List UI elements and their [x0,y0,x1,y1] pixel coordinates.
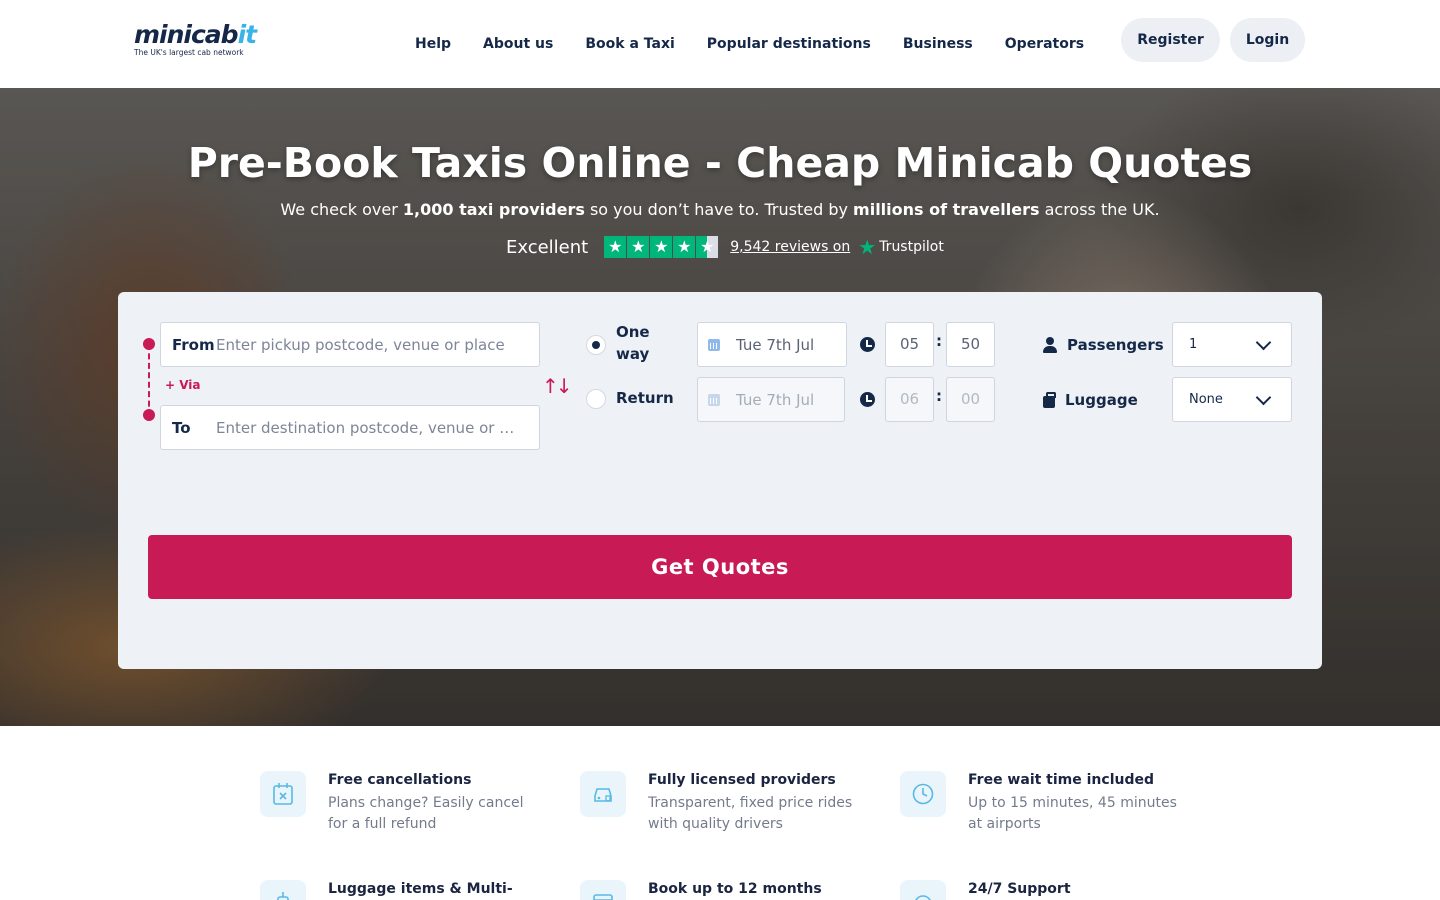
reviews-link[interactable]: 9,542 reviews on [730,239,850,255]
main-nav: Help About us Book a Taxi Popular destin… [415,35,1084,53]
nav-popular-destinations[interactable]: Popular destinations [707,35,871,53]
to-field[interactable]: To Enter destination postcode, venue or … [160,405,540,450]
register-button[interactable]: Register [1121,18,1220,62]
calendar-x-icon [260,771,306,817]
star-icon: ★ [627,236,650,258]
calendar-icon [708,338,720,351]
calendar-icon [708,393,720,406]
trustpilot-logo[interactable]: ★ Trustpilot [858,237,944,257]
route-line [148,344,150,416]
luggage-icon [1043,392,1056,408]
return-date-value: Tue 7th Jul [736,390,815,409]
login-button[interactable]: Login [1230,18,1305,62]
to-input[interactable]: Enter destination postcode, venue or pla… [216,419,539,437]
star-icon: ★ [604,236,627,258]
star-icon: ★ [673,236,696,258]
passengers-label: Passengers [1043,335,1164,355]
time-separator: : [936,387,942,405]
trustpilot-star-icon: ★ [858,235,877,259]
booking-form: From Enter pickup postcode, venue or pla… [118,292,1322,669]
return-hour-input[interactable]: 06 [885,377,934,422]
hero-section: Pre-Book Taxis Online - Cheap Minicab Qu… [0,88,1440,726]
feature-desc: Transparent, fixed price rides with qual… [648,795,853,832]
return-date-picker[interactable]: Tue 7th Jul [697,377,845,422]
one-way-radio[interactable] [586,335,606,355]
feature-desc: Up to 15 minutes, 45 minutes at airports [968,795,1177,832]
feature-desc: Plans change? Easily cancel for a full r… [328,795,524,832]
return-minute-input[interactable]: 00 [946,377,995,422]
get-quotes-button[interactable]: Get Quotes [148,535,1292,599]
return-label[interactable]: Return [616,387,674,409]
add-via-button[interactable]: + Via [165,378,201,392]
support-icon [900,880,946,900]
logo-wordmark: minicabit [134,20,257,49]
return-radio[interactable] [586,389,606,409]
clock-icon [860,392,875,407]
person-icon [1043,337,1057,353]
trustpilot-widget: Excellent ★ ★ ★ ★ ★ 9,542 reviews on ★ Tr… [506,235,944,259]
feature-title: Free wait time included [968,772,1154,788]
swap-arrows-icon[interactable]: ↑↓ [542,374,572,398]
outbound-date-picker[interactable]: Tue 7th Jul [697,322,847,367]
page-title: Pre-Book Taxis Online - Cheap Minicab Qu… [187,139,1253,187]
passengers-select[interactable]: 1 [1172,322,1292,367]
nav-help[interactable]: Help [415,35,451,53]
rating-word: Excellent [506,236,589,258]
from-input[interactable]: Enter pickup postcode, venue or place [216,336,539,354]
luggage-select[interactable]: None [1172,377,1292,422]
feature-title: Free cancellations [328,772,472,788]
outbound-minute-input[interactable]: 50 [946,322,995,367]
feature-title: Book up to 12 months [648,881,822,897]
minicabit-logo[interactable]: minicabit The UK's largest cab network [134,20,264,60]
feature-title: Fully licensed providers [648,772,836,788]
chevron-down-icon [1255,334,1272,351]
from-field[interactable]: From Enter pickup postcode, venue or pla… [160,322,540,367]
to-label: To [172,418,191,437]
chevron-down-icon [1255,389,1272,406]
luggage-icon [260,880,306,900]
site-header: minicabit The UK's largest cab network H… [0,0,1440,88]
pickup-dot-icon [143,338,155,350]
car-shield-icon [580,771,626,817]
clock-icon [860,337,875,352]
nav-about-us[interactable]: About us [483,35,553,53]
nav-operators[interactable]: Operators [1005,35,1084,53]
from-label: From [172,335,215,354]
calendar-icon [580,880,626,900]
luggage-label: Luggage [1043,390,1138,410]
outbound-hour-input[interactable]: 05 [885,322,934,367]
rating-stars: ★ ★ ★ ★ ★ [604,236,719,258]
clock-icon [900,771,946,817]
one-way-label[interactable]: One way [616,321,676,365]
feature-title: Luggage items & Multi- [328,881,513,897]
nav-book-a-taxi[interactable]: Book a Taxi [585,35,674,53]
half-star-icon: ★ [696,236,719,258]
hero-subtitle: We check over 1,000 taxi providers so yo… [280,200,1160,219]
time-separator: : [936,332,942,350]
outbound-date-value: Tue 7th Jul [736,335,815,354]
feature-title: 24/7 Support [968,881,1071,897]
nav-business[interactable]: Business [903,35,973,53]
destination-dot-icon [143,409,155,421]
features-section: Free cancellations Plans change? Easily … [0,726,1440,900]
star-icon: ★ [650,236,673,258]
